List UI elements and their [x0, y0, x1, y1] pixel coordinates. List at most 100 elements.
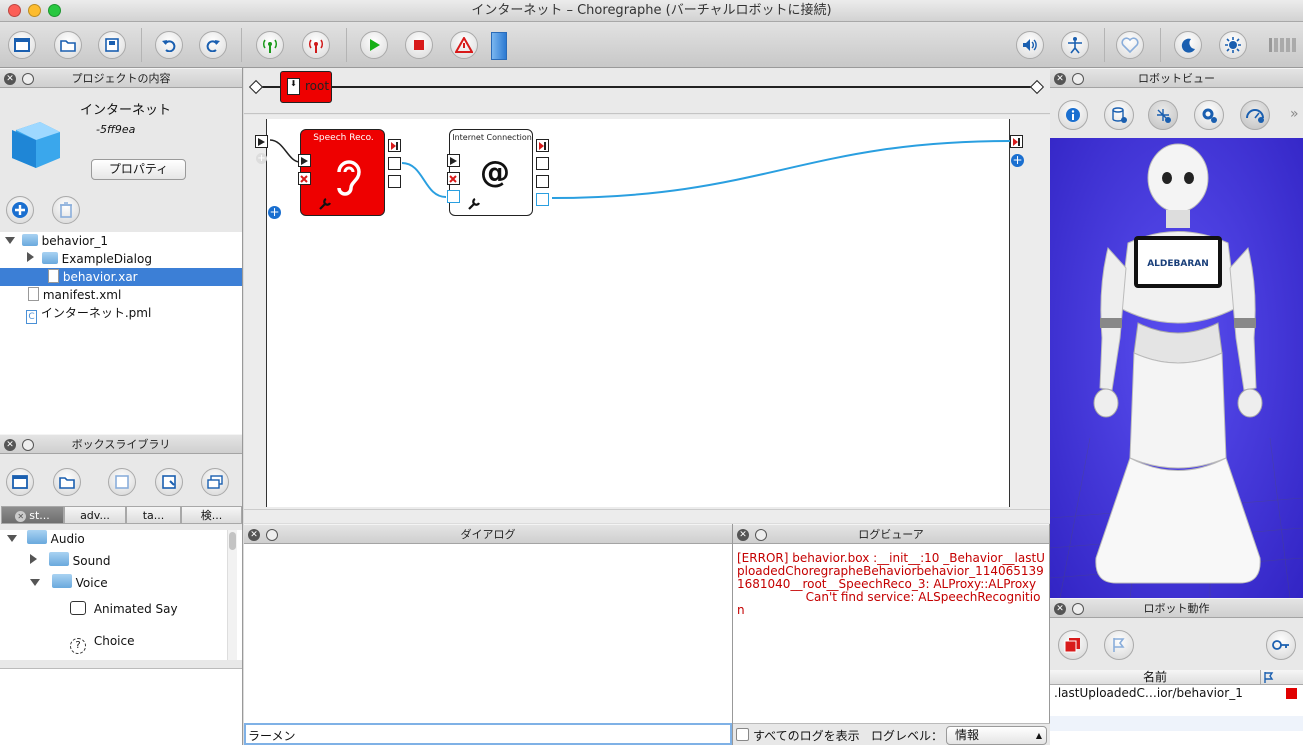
table-row[interactable]: .lastUploadedC…ior/behavior_1 — [1050, 686, 1303, 701]
add-output-icon[interactable]: + — [1011, 154, 1024, 167]
timeline-start-marker[interactable] — [248, 79, 264, 95]
new-project-button[interactable] — [8, 31, 36, 59]
robot-gauge-button[interactable] — [1240, 100, 1270, 130]
log-level-select[interactable]: 情報 ▲ — [946, 726, 1047, 745]
redo-button[interactable] — [199, 31, 227, 59]
disclosure-triangle-icon[interactable] — [30, 554, 37, 564]
column-header-name[interactable]: 名前 — [1050, 670, 1260, 684]
new-library-button[interactable] — [6, 468, 34, 496]
internet-onstop-port[interactable] — [447, 172, 460, 185]
tree-item-exampledialog[interactable]: ExampleDialog — [0, 250, 242, 268]
library-item-animated-say[interactable]: Animated Say — [0, 600, 242, 618]
stop-all-behaviors-button[interactable] — [1058, 630, 1088, 660]
speech-reco-wordrecognized-port[interactable] — [388, 157, 401, 170]
tab-search[interactable]: 検... — [181, 506, 242, 524]
undock-icon[interactable] — [755, 529, 767, 541]
save-library-button[interactable] — [108, 468, 136, 496]
volume-slider-handle[interactable] — [491, 32, 507, 60]
close-icon[interactable]: ✕ — [737, 529, 749, 541]
internet-output-port-2[interactable] — [536, 175, 549, 188]
show-all-logs-checkbox[interactable] — [736, 728, 749, 741]
close-icon[interactable]: ✕ — [1054, 73, 1066, 85]
undock-icon[interactable] — [22, 439, 34, 451]
undock-icon[interactable] — [266, 529, 278, 541]
undock-icon[interactable] — [22, 73, 34, 85]
disconnect-button[interactable] — [302, 31, 330, 59]
wake-up-button[interactable] — [1219, 31, 1247, 59]
internet-connection-box[interactable]: Internet Connection @ — [449, 129, 533, 216]
library-windows-button[interactable] — [201, 468, 229, 496]
debug-button[interactable] — [450, 31, 478, 59]
internet-output-port-1[interactable] — [536, 157, 549, 170]
internet-input-port[interactable] — [447, 190, 460, 203]
internet-onstopped-port[interactable] — [536, 139, 549, 152]
tree-item-pml[interactable]: C インターネット.pml — [0, 304, 242, 324]
library-item-audio[interactable]: Audio — [0, 530, 242, 548]
undo-button[interactable] — [155, 31, 183, 59]
add-item-button[interactable] — [6, 196, 34, 224]
open-library-button[interactable] — [53, 468, 81, 496]
posture-button[interactable] — [1061, 31, 1089, 59]
wrench-icon[interactable] — [467, 197, 481, 211]
close-icon[interactable]: ✕ — [4, 439, 16, 451]
disclosure-triangle-icon[interactable] — [5, 237, 15, 244]
close-icon[interactable]: ✕ — [15, 511, 27, 522]
delete-item-button[interactable] — [52, 196, 80, 224]
library-scrollbar[interactable] — [227, 530, 237, 660]
library-item-choice[interactable]: ? Choice — [0, 632, 242, 654]
add-input-icon[interactable]: + — [256, 153, 267, 164]
tree-item-behavior-xar[interactable]: behavior.xar — [0, 268, 242, 286]
zoom-window-button[interactable] — [48, 4, 61, 17]
add-port-icon[interactable]: + — [268, 206, 281, 219]
robot-info-button[interactable] — [1058, 100, 1088, 130]
close-window-button[interactable] — [8, 4, 21, 17]
stop-button[interactable] — [405, 31, 433, 59]
close-icon[interactable]: ✕ — [1054, 603, 1066, 615]
tab-standard[interactable]: ✕ st... — [1, 506, 64, 524]
rest-button[interactable] — [1174, 31, 1202, 59]
internet-onstart-port[interactable] — [447, 154, 460, 167]
onstopped-output-port[interactable] — [1010, 135, 1023, 148]
dialog-input[interactable]: ラーメン — [244, 723, 732, 745]
library-item-voice[interactable]: Voice — [0, 574, 242, 592]
speech-reco-box[interactable]: Speech Reco. — [300, 129, 385, 216]
connect-button[interactable] — [256, 31, 284, 59]
timeline-end-marker[interactable] — [1029, 79, 1045, 95]
onstart-input-port[interactable] — [255, 135, 268, 148]
robot-settings-button[interactable] — [1194, 100, 1224, 130]
save-as-library-button[interactable] — [155, 468, 183, 496]
disclosure-triangle-icon[interactable] — [7, 535, 17, 542]
speech-reco-onstart-port[interactable] — [298, 154, 311, 167]
search-behavior-button[interactable] — [1266, 630, 1296, 660]
wrench-icon[interactable] — [318, 197, 332, 211]
robot-sensors-button[interactable] — [1148, 100, 1178, 130]
library-item-sound[interactable]: Sound — [0, 552, 242, 570]
play-button[interactable] — [360, 31, 388, 59]
more-chevron-icon[interactable]: » — [1290, 106, 1299, 122]
close-icon[interactable]: ✕ — [4, 73, 16, 85]
speech-reco-onstop-port[interactable] — [298, 172, 311, 185]
undock-icon[interactable] — [1072, 603, 1084, 615]
disclosure-triangle-icon[interactable] — [30, 579, 40, 586]
disclosure-triangle-icon[interactable] — [27, 252, 34, 262]
flow-canvas[interactable]: + + + Speech Reco. Internet Connection @ — [244, 115, 1050, 509]
properties-button[interactable]: プロパティ — [91, 159, 186, 180]
minimize-window-button[interactable] — [28, 4, 41, 17]
internet-output-port-3[interactable] — [536, 193, 549, 206]
tree-item-behavior-1[interactable]: behavior_1 — [0, 232, 242, 250]
undock-icon[interactable] — [1072, 73, 1084, 85]
robot-3d-view[interactable]: ALDEBARAN — [1049, 138, 1303, 599]
open-project-button[interactable] — [54, 31, 82, 59]
tree-item-manifest[interactable]: manifest.xml — [0, 286, 242, 304]
save-project-button[interactable] — [98, 31, 126, 59]
flow-horizontal-scrollbar[interactable] — [244, 509, 1050, 523]
default-behavior-button[interactable] — [1104, 630, 1134, 660]
robot-database-button[interactable] — [1104, 100, 1134, 130]
tab-advanced[interactable]: adv... — [64, 506, 126, 524]
autonomous-life-button[interactable] — [1116, 31, 1144, 59]
volume-button[interactable] — [1016, 31, 1044, 59]
close-icon[interactable]: ✕ — [248, 529, 260, 541]
breadcrumb-root[interactable]: ⬇ root — [280, 71, 332, 103]
tab-tags[interactable]: ta... — [126, 506, 181, 524]
speech-reco-onstopped-port[interactable] — [388, 139, 401, 152]
